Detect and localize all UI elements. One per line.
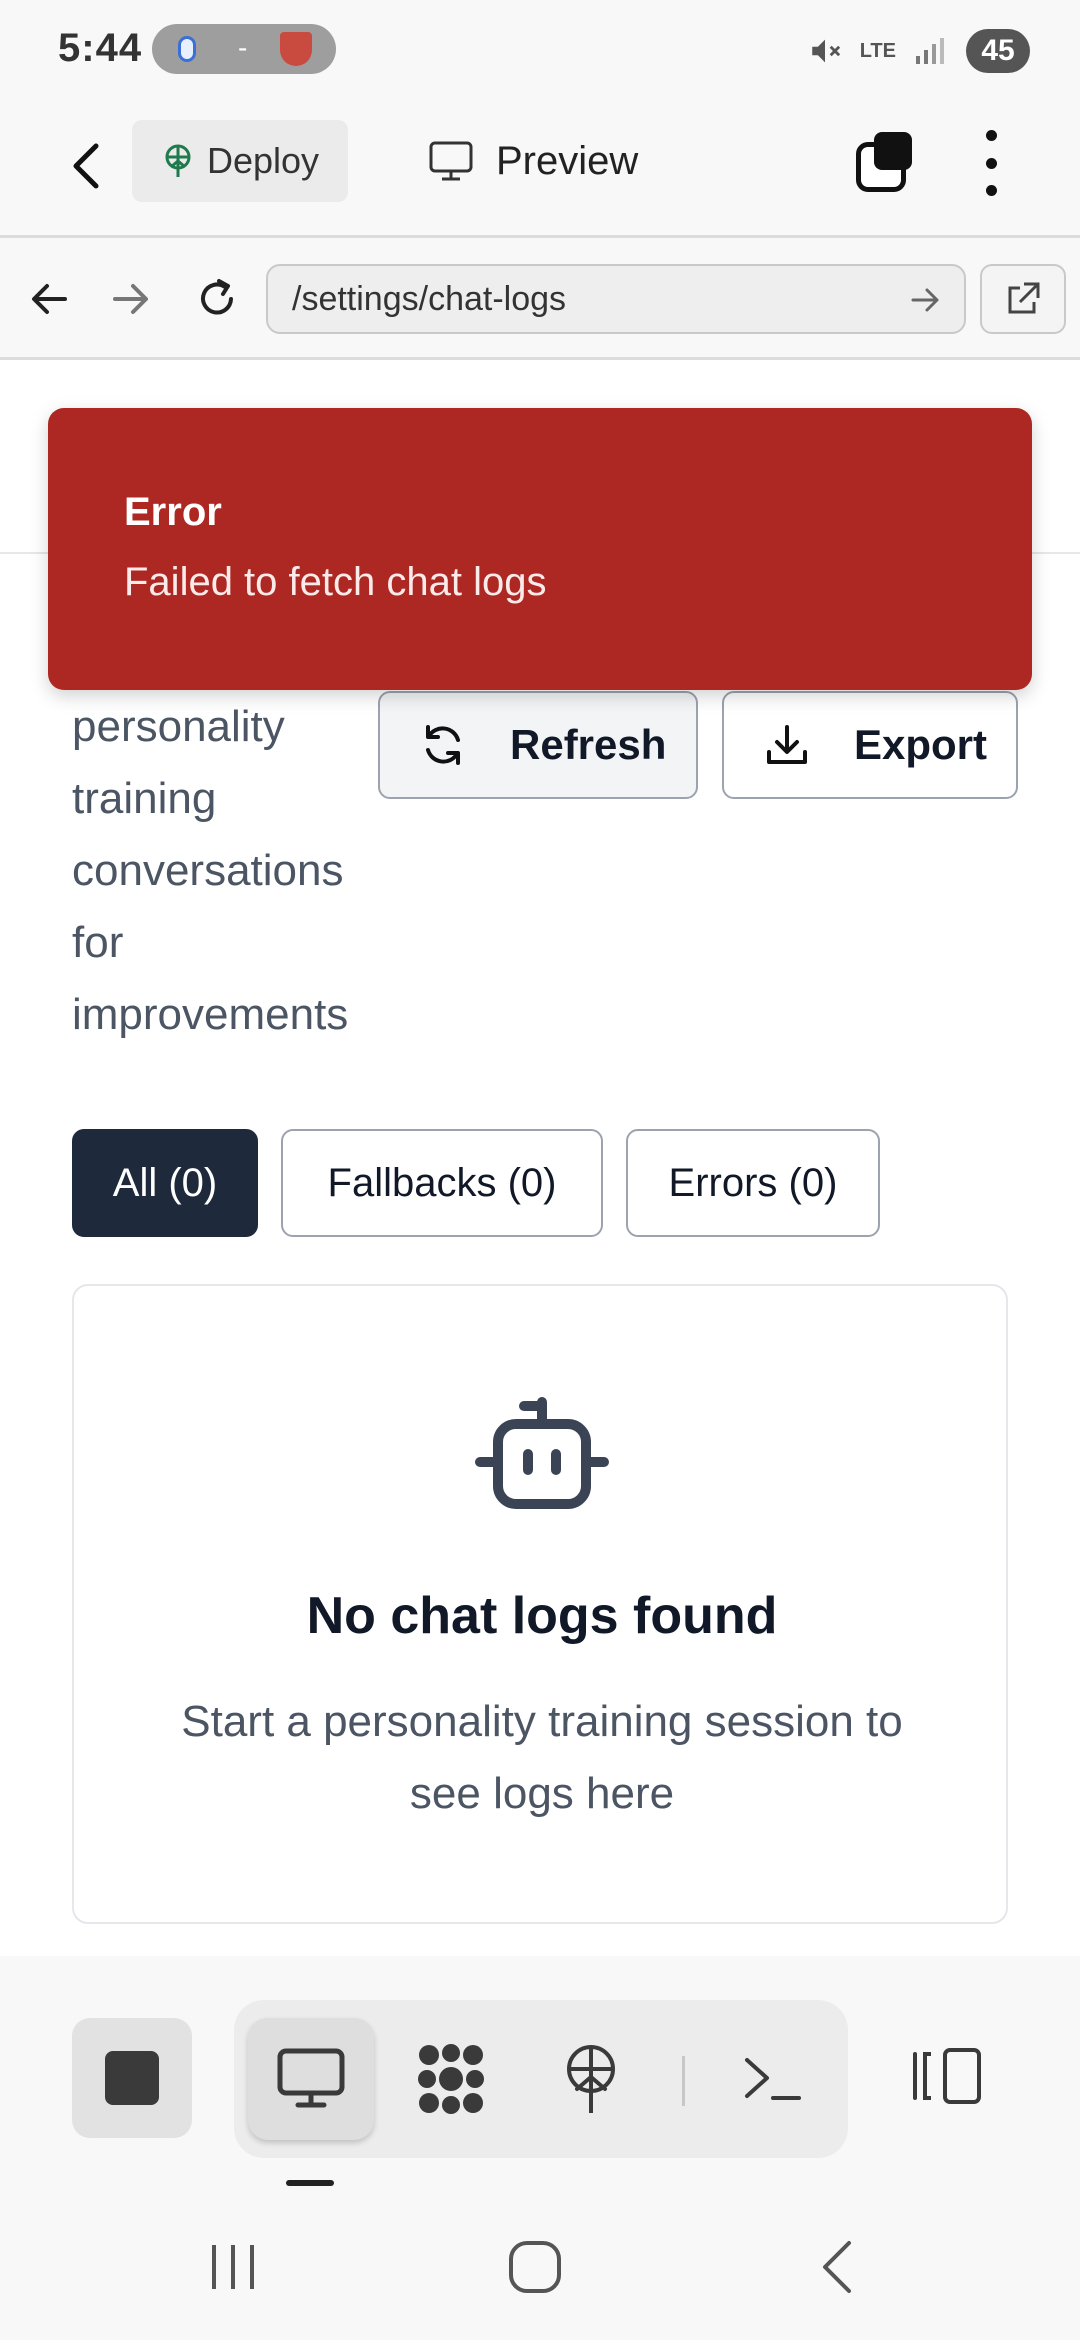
tool-preview[interactable] [248,2018,374,2140]
open-external-button[interactable] [980,264,1066,334]
toast-title: Error [124,490,222,534]
stop-button[interactable] [72,2018,192,2138]
go-arrow-icon[interactable] [910,282,942,318]
mic-icon [178,36,196,62]
status-bar: 5:44 - LTE 45 [0,0,1080,100]
dot [985,157,997,169]
status-icons: LTE 45 [808,26,1030,76]
back-icon [823,2241,851,2293]
tool-deploy[interactable] [528,2018,654,2140]
app-bar: Deploy Preview [0,100,1080,238]
reload-icon [201,279,233,315]
reload-button[interactable] [192,274,242,324]
external-link-icon [1008,282,1040,314]
browser-forward-button[interactable] [106,274,156,324]
battery-indicator: 45 [966,29,1030,73]
tabs-icon-front [874,132,912,170]
signal-icon [916,38,944,64]
url-text: /settings/chat-logs [292,279,567,318]
preview-label: Preview [496,138,639,183]
export-label: Export [854,721,988,768]
error-toast[interactable]: Error Failed to fetch chat logs [48,408,1032,690]
filter-errors[interactable]: Errors (0) [626,1129,880,1237]
url-field[interactable]: /settings/chat-logs [266,264,966,334]
tool-group [234,2000,848,2158]
preview-button[interactable]: Preview [428,120,638,202]
filter-all[interactable]: All (0) [72,1129,258,1237]
refresh-button[interactable]: Refresh [378,691,698,799]
stop-icon [105,2051,159,2105]
page-description: personality training conversations for i… [72,702,349,1039]
network-type: LTE [859,39,896,62]
panel-icon [913,2048,981,2104]
arrow-left-icon [32,284,67,314]
recent-apps-button[interactable] [188,2232,278,2302]
dot [985,130,997,141]
toast-message: Failed to fetch chat logs [124,560,547,604]
more-menu-button[interactable] [976,130,1006,196]
panel-toggle-button[interactable] [908,2026,988,2126]
bottom-toolbar [0,1956,1080,2192]
arrow-right-icon [113,284,148,314]
dot [985,185,997,196]
home-icon [509,2241,561,2293]
refresh-icon [426,725,460,765]
filter-fallbacks[interactable]: Fallbacks (0) [281,1129,603,1237]
browser-back-button[interactable] [24,274,74,324]
download-icon [767,725,807,764]
empty-state-subtitle: Start a personality training session to … [181,1697,903,1818]
system-back-button[interactable] [792,2232,882,2302]
terminal-icon [745,2058,801,2100]
status-notification-pill: - [152,24,336,74]
shield-icon [280,32,312,66]
recent-apps-icon [212,2245,254,2289]
empty-state-card: No chat logs found Start a personality t… [72,1284,1008,1924]
pill-separator: - [238,32,248,63]
tool-cluster[interactable] [388,2018,514,2140]
deploy-icon [165,144,191,177]
browser-bar: /settings/chat-logs [0,238,1080,360]
export-button[interactable]: Export [722,691,1018,799]
status-time: 5:44 [58,26,143,70]
monitor-icon [429,141,473,181]
mute-icon [811,39,840,63]
chevron-left-icon [73,143,99,189]
refresh-label: Refresh [510,721,667,768]
system-nav-bar [0,2192,1080,2340]
tool-separator [682,2056,685,2106]
deploy-label: Deploy [206,140,320,181]
active-tool-indicator [286,2180,334,2186]
monitor-icon [277,2048,345,2108]
bot-icon [475,1397,609,1509]
deploy-icon [567,2045,615,2113]
empty-state-title: No chat logs found [306,1587,778,1645]
cluster-icon [418,2044,484,2114]
tool-terminal[interactable] [710,2018,836,2140]
back-button[interactable] [56,136,116,196]
deploy-button[interactable]: Deploy [132,120,348,202]
tabs-button[interactable] [852,132,914,194]
home-button[interactable] [490,2232,580,2302]
